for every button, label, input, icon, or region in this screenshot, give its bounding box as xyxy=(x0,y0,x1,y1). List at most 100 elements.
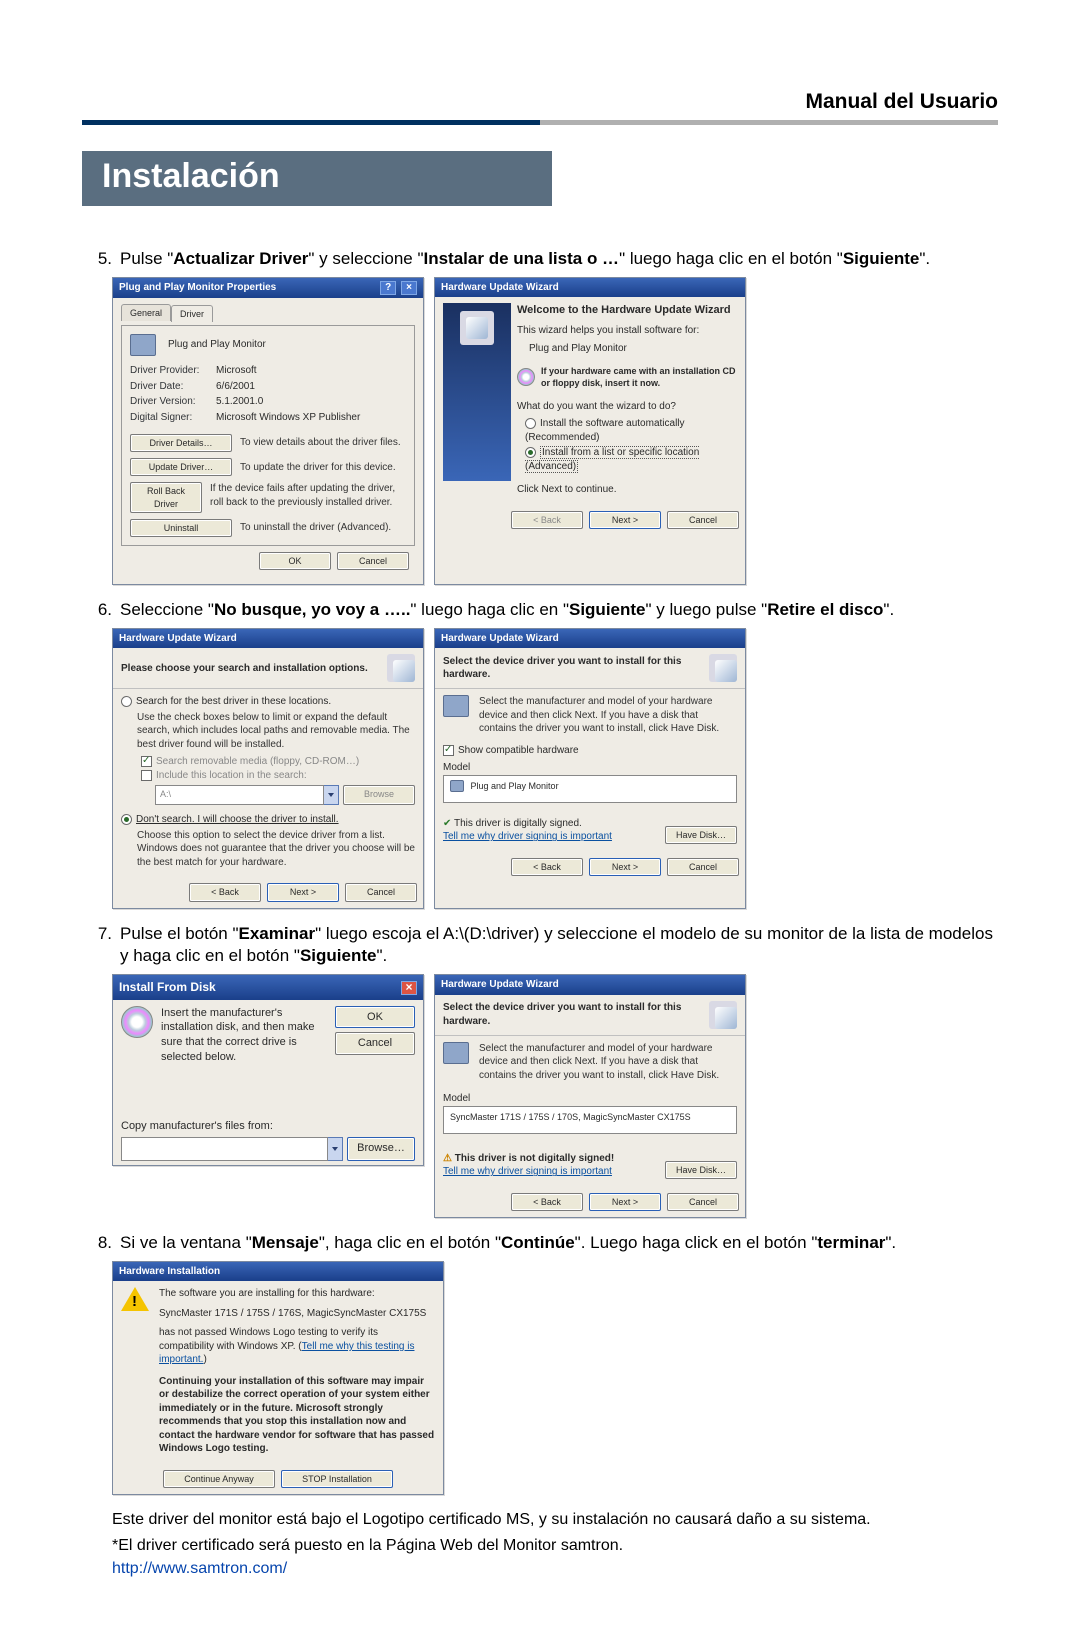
radio-auto[interactable] xyxy=(525,418,536,429)
opt: Search for the best driver in these loca… xyxy=(136,696,331,707)
why-signing-link[interactable]: Tell me why driver signing is important xyxy=(443,830,612,844)
model-item[interactable]: Plug and Play Monitor xyxy=(471,781,559,791)
wizard-icon xyxy=(709,1001,737,1029)
path-field: A:\ xyxy=(155,785,324,805)
radio-search[interactable] xyxy=(121,696,132,707)
l: Digital Signer: xyxy=(130,411,208,425)
screenshot-wizard-select: Hardware Update Wizard Select the device… xyxy=(434,628,746,909)
have-disk-button[interactable]: Have Disk… xyxy=(665,1161,737,1179)
next-button[interactable]: Next > xyxy=(267,883,339,901)
model-item[interactable]: SyncMaster 171S / 175S / 170S, MagicSync… xyxy=(450,1112,691,1122)
v: 5.1.2001.0 xyxy=(216,395,263,409)
window-titlebar: Install From Disk × xyxy=(113,975,423,999)
cancel-button[interactable]: Cancel xyxy=(667,1193,739,1211)
t: Siguiente xyxy=(843,249,920,268)
screenshot-properties: Plug and Play Monitor Properties ? × Gen… xyxy=(112,277,424,585)
heading: Select the device driver you want to ins… xyxy=(443,655,709,682)
l: Model xyxy=(443,761,737,775)
desc: If the device fails after updating the d… xyxy=(210,482,406,509)
ok-button[interactable]: OK xyxy=(259,552,331,570)
browse-button[interactable]: Browse… xyxy=(347,1137,415,1161)
monitor-icon xyxy=(443,695,469,717)
have-disk-button[interactable]: Have Disk… xyxy=(665,826,737,844)
wizard-icon xyxy=(460,311,494,345)
cancel-button[interactable]: Cancel xyxy=(335,1032,415,1055)
cancel-button[interactable]: Cancel xyxy=(337,552,409,570)
step-number: 5. xyxy=(82,248,120,271)
t: Examinar xyxy=(239,924,316,943)
ok-button[interactable]: OK xyxy=(335,1006,415,1029)
next-button[interactable]: Next > xyxy=(589,858,661,876)
device-name: Plug and Play Monitor xyxy=(168,338,266,352)
window-buttons: ? × xyxy=(378,281,417,295)
desc: Choose this option to select the device … xyxy=(137,829,415,870)
warning-text: Continuing your installation of this sof… xyxy=(159,1375,435,1456)
model-list[interactable]: SyncMaster 171S / 175S / 170S, MagicSync… xyxy=(443,1106,737,1134)
t: Si ve la ventana " xyxy=(120,1233,252,1252)
update-driver-button[interactable]: Update Driver… xyxy=(130,458,232,476)
rollback-driver-button[interactable]: Roll Back Driver xyxy=(130,482,202,512)
screenshot-wizard-welcome: Hardware Update Wizard Welcome to the Ha… xyxy=(434,277,746,585)
wizard-icon xyxy=(709,654,737,682)
t: Mensaje xyxy=(252,1233,319,1252)
t: No busque, yo voy a ….. xyxy=(214,600,410,619)
not-signed-text: This driver is not digitally signed! xyxy=(455,1153,614,1164)
step-text: Seleccione "No busque, yo voy a ….." lue… xyxy=(120,599,998,622)
t: Click Next to continue. xyxy=(517,483,737,497)
cd-hint: If your hardware came with an installati… xyxy=(541,365,737,389)
radio-dontsearch[interactable] xyxy=(121,814,132,825)
driver-details-button[interactable]: Driver Details… xyxy=(130,434,232,452)
t: Siguiente xyxy=(569,600,646,619)
uninstall-button[interactable]: Uninstall xyxy=(130,519,232,537)
step-5: 5. Pulse "Actualizar Driver" y seleccion… xyxy=(82,248,998,271)
next-button[interactable]: Next > xyxy=(589,1193,661,1211)
heading: Please choose your search and installati… xyxy=(121,662,387,676)
cancel-button[interactable]: Cancel xyxy=(667,511,739,529)
chevron-down-icon[interactable] xyxy=(328,1137,343,1161)
opt: Install the software automatically (Reco… xyxy=(525,418,685,443)
screenshot-hardware-installation: Hardware Installation The software you a… xyxy=(112,1261,444,1495)
cancel-button[interactable]: Cancel xyxy=(345,883,417,901)
v: Microsoft Windows XP Publisher xyxy=(216,411,360,425)
next-button[interactable]: Next > xyxy=(589,511,661,529)
radio-list[interactable] xyxy=(525,447,536,458)
window-title: Install From Disk xyxy=(119,979,216,995)
samtron-url-link[interactable]: http://www.samtron.com/ xyxy=(112,1560,287,1577)
l: Show compatible hardware xyxy=(458,745,579,756)
t: Instalar de una lista o … xyxy=(424,249,620,268)
step-number: 7. xyxy=(82,923,120,969)
tab-general[interactable]: General xyxy=(121,304,171,321)
model-list[interactable]: Plug and Play Monitor xyxy=(443,775,737,803)
window-title: Hardware Update Wizard xyxy=(441,978,559,992)
continue-anyway-button[interactable]: Continue Anyway xyxy=(163,1470,275,1488)
tab-driver[interactable]: Driver xyxy=(171,305,213,322)
back-button[interactable]: < Back xyxy=(511,1193,583,1211)
instr: Insert the manufacturer's installation d… xyxy=(161,1006,327,1065)
stop-installation-button[interactable]: STOP Installation xyxy=(281,1470,393,1488)
back-button: < Back xyxy=(511,511,583,529)
window-title: Hardware Update Wizard xyxy=(441,281,559,295)
chk-compat[interactable] xyxy=(443,745,454,756)
t: ". xyxy=(883,600,894,619)
path-field[interactable] xyxy=(121,1137,328,1161)
t: Continúe xyxy=(501,1233,575,1252)
desc: Select the manufacturer and model of you… xyxy=(479,695,737,736)
l: Driver Provider: xyxy=(130,364,208,378)
back-button[interactable]: < Back xyxy=(189,883,261,901)
why-signing-link[interactable]: Tell me why driver signing is important xyxy=(443,1165,614,1179)
t: Siguiente xyxy=(300,946,377,965)
cancel-button[interactable]: Cancel xyxy=(667,858,739,876)
step-8: 8. Si ve la ventana "Mensaje", haga clic… xyxy=(82,1232,998,1255)
close-icon[interactable]: × xyxy=(401,281,417,295)
desc: Use the check boxes below to limit or ex… xyxy=(137,711,415,752)
desc: To view details about the driver files. xyxy=(240,436,401,450)
help-icon[interactable]: ? xyxy=(380,281,396,295)
back-button[interactable]: < Back xyxy=(511,858,583,876)
wizard-icon xyxy=(387,654,415,682)
window-titlebar: Hardware Update Wizard xyxy=(435,975,745,995)
section-heading: Instalación xyxy=(82,151,552,206)
t: " luego haga clic en el botón " xyxy=(619,249,843,268)
screenshot-install-from-disk: Install From Disk × Insert the manufactu… xyxy=(112,974,424,1166)
monitor-icon xyxy=(443,1042,469,1064)
close-icon[interactable]: × xyxy=(401,981,417,995)
